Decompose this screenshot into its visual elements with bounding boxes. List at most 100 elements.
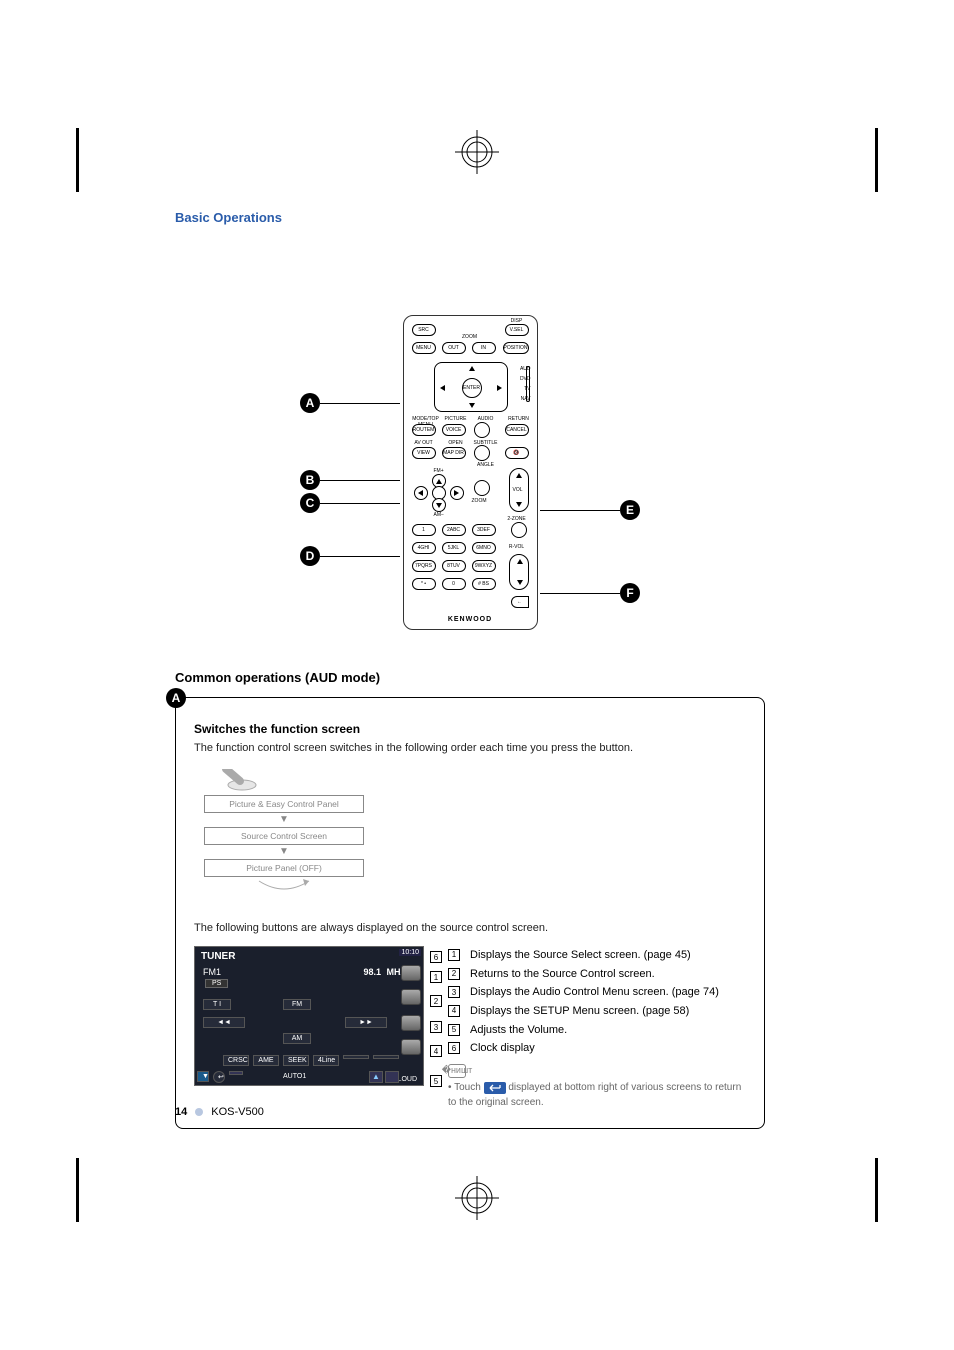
page-number: 14: [175, 1106, 187, 1118]
topic-callout-a: A: [166, 688, 186, 708]
key-3: 3DEF: [472, 524, 496, 536]
ss-prev: ◄◄: [203, 1017, 245, 1028]
legend-text: Displays the Audio Control Menu screen. …: [470, 983, 719, 1002]
key-6: 6MNO: [472, 542, 496, 554]
subtitle-button: [474, 445, 490, 461]
up-arrow-icon: [469, 366, 475, 371]
legend-num: 5: [448, 1024, 460, 1036]
mapdir-button: MAP DIR: [442, 447, 466, 459]
topic-title: Switches the function screen: [194, 722, 746, 736]
legend-num: 1: [448, 949, 460, 961]
mode-slider: [526, 366, 530, 402]
callout-line: [320, 503, 400, 504]
pointer-1: 1: [430, 971, 442, 983]
brand-label: KENWOOD: [404, 616, 537, 623]
callout-e: E: [620, 500, 640, 520]
ss-b0: CRSC: [223, 1055, 249, 1066]
vol-down-icon: [516, 502, 522, 507]
key-1: 1: [412, 524, 436, 536]
callout-line: [320, 480, 400, 481]
legend-num: 3: [448, 986, 460, 998]
key-star: * •: [412, 578, 436, 590]
legend-row: 6Clock display: [448, 1039, 746, 1058]
button-press-icon: [206, 769, 266, 793]
ss-ti: T I: [203, 999, 231, 1010]
vol-label: VOL: [513, 487, 523, 493]
pointer-4: 4: [430, 1045, 442, 1057]
tuner-screenshot: TUNER 10:10 FM1 98.1 MHz PS T I FM ◄◄ ►►…: [194, 946, 424, 1086]
legend-text: Displays the SETUP Menu screen. (page 58…: [470, 1002, 689, 1021]
side-1: [401, 965, 421, 981]
mute-button: 🔇: [505, 447, 529, 459]
note-icon: �ништ: [448, 1064, 466, 1078]
am-label: AM−: [434, 512, 444, 518]
side-4: [401, 1039, 421, 1055]
audio-label: AUDIO: [474, 416, 498, 422]
out-button: OUT: [442, 342, 466, 354]
left-arrow-icon: [440, 385, 445, 391]
in-button: IN: [472, 342, 496, 354]
ss-am: AM: [283, 1033, 311, 1044]
legend-row: 2Returns to the Source Control screen.: [448, 965, 746, 984]
cross-left: [414, 486, 428, 500]
ss-b1: AME: [253, 1055, 279, 1066]
cross-pad: FM+ AM−: [412, 470, 466, 514]
callout-line: [320, 403, 400, 404]
key-9: 9WXYZ: [472, 560, 496, 572]
ss-freq: 98.1: [363, 967, 381, 977]
callout-line: [540, 593, 620, 594]
legend-row: 5 Adjusts the Volume.: [448, 1021, 746, 1040]
ss-ret: ↩: [213, 1071, 225, 1083]
section-heading: Common operations (AUD mode): [175, 670, 765, 685]
model-name: KOS-V500: [211, 1106, 264, 1118]
enter-button: ENTER: [462, 378, 482, 398]
key-2: 2ABC: [442, 524, 466, 536]
trim-mark: [76, 128, 79, 192]
key-7: 7PQRS: [412, 560, 436, 572]
ss-dn: ▼: [197, 1071, 209, 1082]
twozone-label: 2-ZONE: [505, 516, 529, 522]
callout-a: A: [300, 393, 320, 413]
remote-diagram: A B C D E F SRC DISP V.SEL ZOOM MENU OUT…: [360, 315, 580, 630]
ss-ps: PS: [205, 979, 228, 988]
key-0: 0: [442, 578, 466, 590]
chevron-down-icon: [517, 580, 523, 585]
callout-d: D: [300, 546, 320, 566]
clear-button: ←: [511, 596, 529, 608]
view-button: VIEW: [412, 447, 436, 459]
callout-f: F: [620, 583, 640, 603]
side-5b: ▲: [369, 1071, 383, 1083]
chevron-up-icon: [517, 559, 523, 564]
key-hash: # BS: [472, 578, 496, 590]
legend-text: Clock display: [470, 1039, 535, 1058]
legend-text: Adjusts the Volume.: [470, 1021, 567, 1040]
note-prefix: Touch: [454, 1082, 481, 1093]
trim-mark: [875, 128, 878, 192]
footer-dot-icon: [195, 1108, 203, 1116]
src-button: SRC: [412, 324, 436, 336]
zoom-label: ZOOM: [450, 334, 490, 340]
callout-line: [540, 510, 620, 511]
position-button: POSITION: [503, 342, 529, 354]
routem-button: ROUTEM: [412, 424, 436, 436]
pointer-5: 5: [430, 1075, 442, 1087]
registration-mark-bottom: [455, 1176, 499, 1220]
pointer-6: 6: [430, 951, 442, 963]
flow-loop-icon: [194, 879, 374, 900]
twozone-button: [511, 522, 527, 538]
flow-step: Source Control Screen: [204, 827, 364, 845]
key-8: 8TUV: [442, 560, 466, 572]
key-5: 5JKL: [442, 542, 466, 554]
callout-b: B: [300, 470, 320, 490]
flow-arrow-icon: ▼: [194, 847, 374, 857]
ss-mode: AUTO1: [283, 1073, 306, 1080]
ss-clock: 10:10: [399, 949, 421, 956]
angle-label: ANGLE: [474, 462, 498, 468]
zoom2-label: ZOOM: [472, 498, 487, 504]
trim-mark: [76, 1158, 79, 1222]
legend-row: 4Displays the SETUP Menu screen. (page 5…: [448, 1002, 746, 1021]
return-icon: [484, 1082, 506, 1094]
rvol-rocker: [509, 554, 529, 590]
avout-label: AV OUT: [412, 440, 436, 446]
down-arrow-icon: [469, 403, 475, 408]
